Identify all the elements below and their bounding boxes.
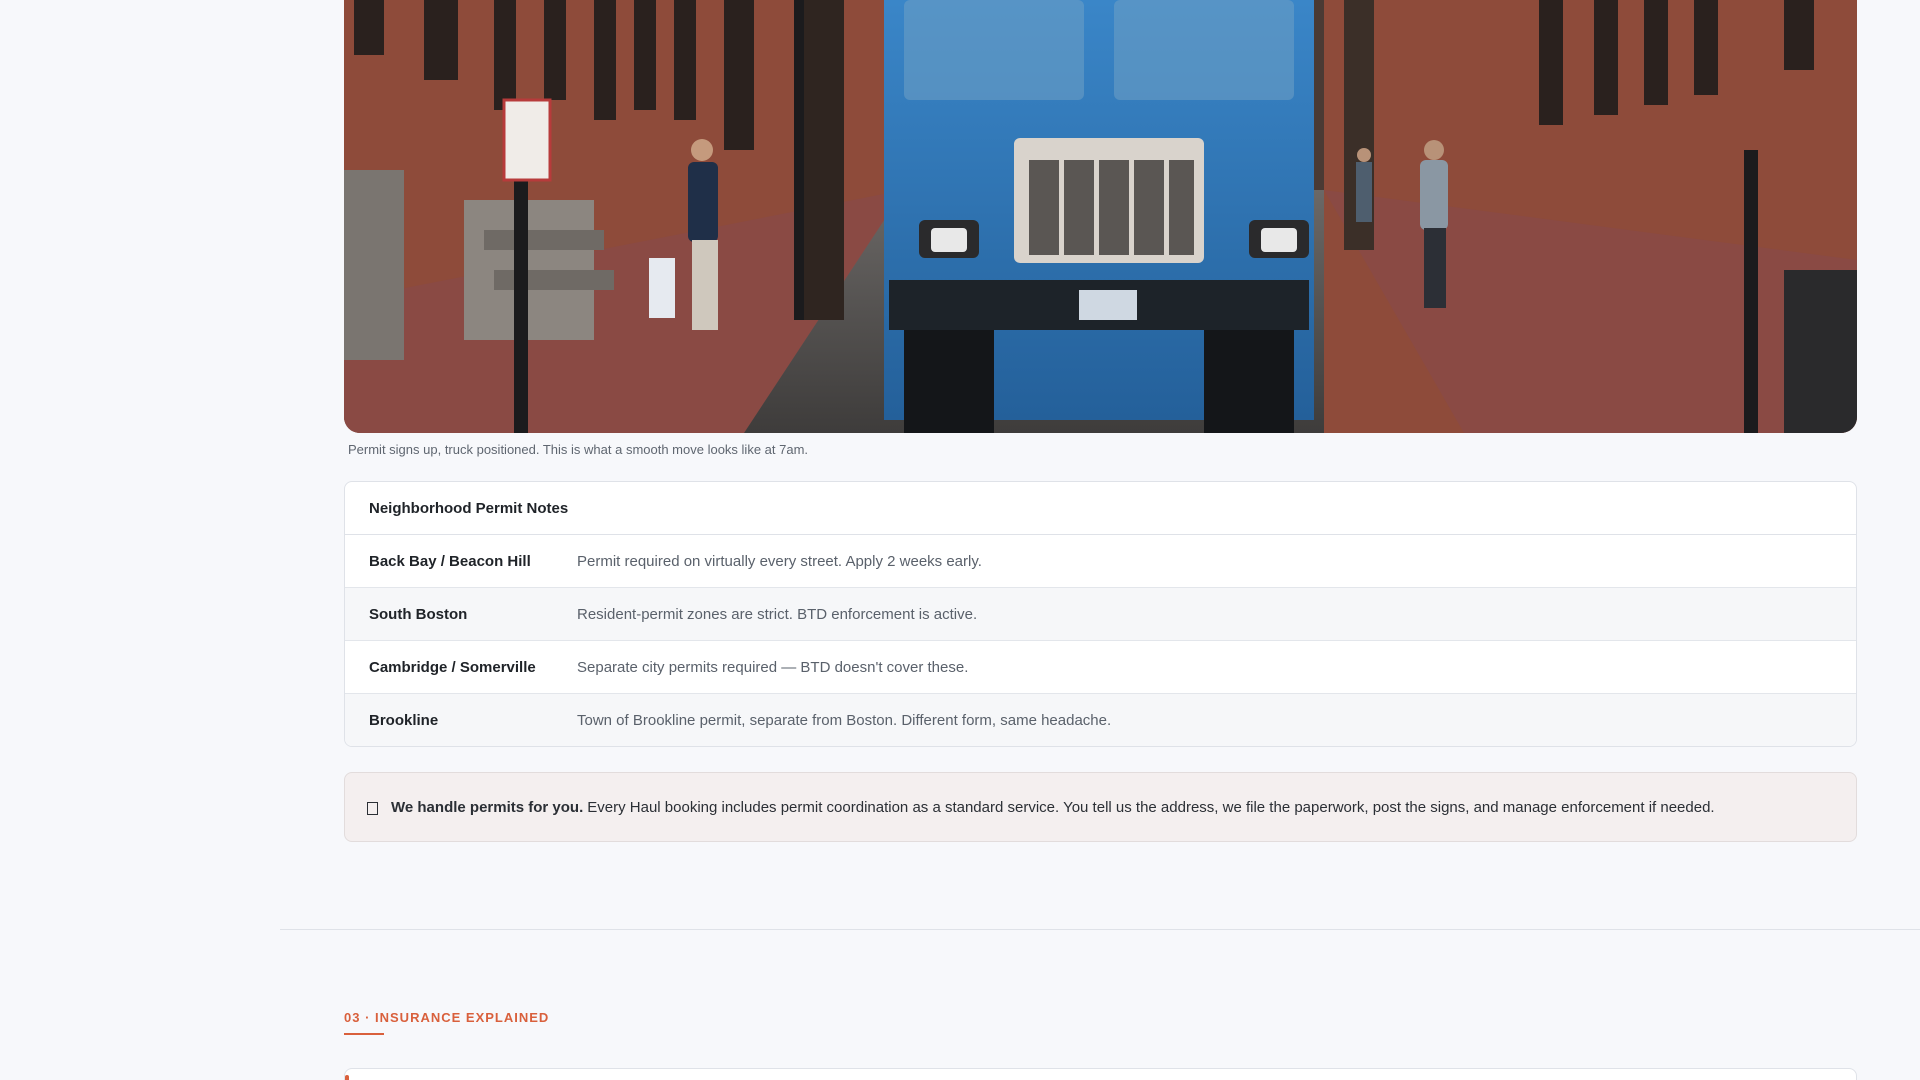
hero-photo <box>344 0 1857 433</box>
card-accent <box>345 1075 349 1080</box>
permit-notes-table: Neighborhood Permit Notes Back Bay / Bea… <box>344 481 1857 747</box>
callout-body: Every Haul booking includes permit coord… <box>587 798 1715 816</box>
section-label-insurance: 03 · INSURANCE EXPLAINED <box>344 1010 550 1025</box>
table-row: Cambridge / Somerville Separate city per… <box>345 641 1856 694</box>
row-area: Back Bay / Beacon Hill <box>369 552 531 570</box>
photo-caption: Permit signs up, truck positioned. This … <box>348 442 809 457</box>
document-icon <box>367 801 378 815</box>
row-note: Town of Brookline permit, separate from … <box>577 711 1112 729</box>
main-content: Permit signs up, truck positioned. This … <box>344 0 1857 842</box>
callout-text: We handle permits for you. Every Haul boo… <box>391 799 1715 816</box>
table-row: South Boston Resident-permit zones are s… <box>345 588 1856 641</box>
table-title: Neighborhood Permit Notes <box>345 482 1856 535</box>
section-divider <box>280 929 1920 930</box>
row-note: Resident-permit zones are strict. BTD en… <box>577 605 978 623</box>
permit-callout: We handle permits for you. Every Haul boo… <box>344 772 1857 842</box>
row-area: South Boston <box>369 605 468 623</box>
insurance-card <box>344 1068 1857 1080</box>
table-row: Back Bay / Beacon Hill Permit required o… <box>345 535 1856 588</box>
truck-street-image <box>344 0 1857 433</box>
section-label-underline <box>344 1033 384 1035</box>
row-note: Permit required on virtually every stree… <box>577 552 982 570</box>
table-row: Brookline Town of Brookline permit, sepa… <box>345 694 1856 746</box>
callout-strong: We handle permits for you. <box>391 798 584 816</box>
row-note: Separate city permits required — BTD doe… <box>577 658 969 676</box>
row-area: Brookline <box>369 711 439 729</box>
page: Permit signs up, truck positioned. This … <box>0 0 1920 1080</box>
row-area: Cambridge / Somerville <box>369 658 536 676</box>
